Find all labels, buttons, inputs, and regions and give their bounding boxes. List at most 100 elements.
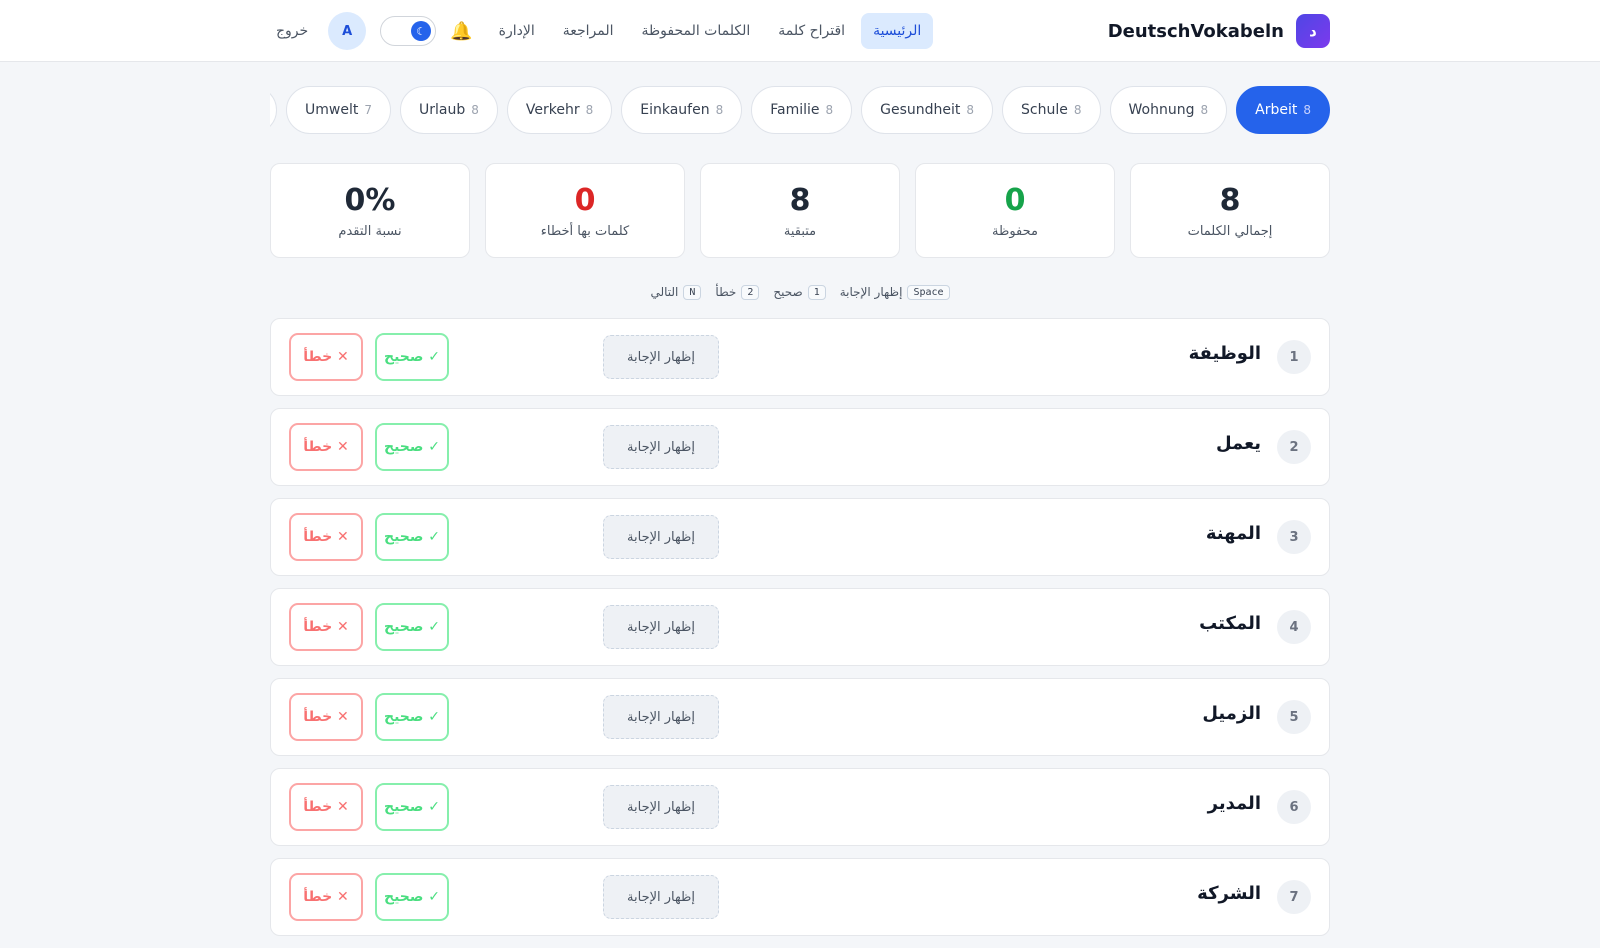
wrong-button[interactable]: ✕ خطأ [289,423,363,471]
kbd-key: N [683,284,702,300]
hint-label: صحيح [773,285,803,299]
stat-value: 0% [344,182,396,218]
word-list: 1 الوظيفة إظهار الإجابة ✓ صحيح ✕ خطأ 2 يعمل إظه… [270,318,1330,948]
hint-label: التالي [650,285,679,299]
category-pill-einkaufen[interactable]: Einkaufen 8 [621,86,743,134]
word-number-badge: 1 [1277,340,1311,374]
hint-label: إظهار الإجابة [839,285,903,299]
nav-home[interactable]: الرئيسية [861,13,934,49]
top-header: د DeutschVokabeln الرئيسية اقتراح كلمة ا… [0,0,1600,62]
wrong-button[interactable]: ✕ خطأ [289,873,363,921]
stat-value: 0 [1004,182,1026,218]
category-name: Schule [1021,102,1068,118]
category-name: Einkaufen [640,102,710,118]
wrong-button[interactable]: ✕ خطأ [289,783,363,831]
reveal-answer-button[interactable]: إظهار الإجابة [603,425,719,469]
keyboard-hints: Space إظهار الإجابة 1 صحيح 2 خطأ N التال… [270,282,1330,302]
category-name: Umwelt [305,102,359,118]
word-text: المدير [1207,793,1261,814]
category-pill-gesundheit[interactable]: Gesundheit 8 [861,86,994,134]
category-name: Wohnung [1128,102,1195,118]
header-right-group: الرئيسية اقتراح كلمة الكلمات المحفوظة ال… [270,12,934,50]
correct-button[interactable]: ✓ صحيح [375,513,449,561]
wrong-button[interactable]: ✕ خطأ [289,513,363,561]
moon-icon: ☾ [411,21,432,41]
category-count: 8 [1200,103,1209,117]
category-count: 8 [966,103,975,117]
reveal-answer-button[interactable]: إظهار الإجابة [603,515,719,559]
word-text: الوظيفة [1188,343,1261,364]
kbd-key: 2 [741,284,760,300]
stat-label: كلمات بها أخطاء [540,223,630,239]
correct-button[interactable]: ✓ صحيح [375,693,449,741]
correct-button[interactable]: ✓ صحيح [375,603,449,651]
word-number-badge: 2 [1277,430,1311,464]
logout-link[interactable]: خروج [270,23,314,39]
bell-icon[interactable]: 🔔 [450,21,472,42]
word-card: 3 المهنة إظهار الإجابة ✓ صحيح ✕ خطأ [270,498,1330,576]
wrong-button[interactable]: ✕ خطأ [289,693,363,741]
word-card: 5 الزميل إظهار الإجابة ✓ صحيح ✕ خطأ [270,678,1330,756]
category-pill-internet[interactable]: Internet8 [270,86,278,134]
category-pill-verkehr[interactable]: Verkehr 8 [506,86,613,134]
hint-label: خطأ [715,285,737,299]
category-pill-urlaub[interactable]: Urlaub 8 [400,86,498,134]
category-count: 8 [471,103,479,117]
word-card: 2 يعمل إظهار الإجابة ✓ صحيح ✕ خطأ [270,408,1330,486]
category-pill-arbeit[interactable]: Arbeit 8 [1236,86,1330,134]
kbd-key: Space [907,284,950,300]
nav-admin[interactable]: الإدارة [487,13,547,49]
stat-value: 8 [789,182,811,218]
word-card: 6 المدير إظهار الإجابة ✓ صحيح ✕ خطأ [270,768,1330,846]
category-pill-wohnung[interactable]: Wohnung 8 [1109,86,1228,134]
nav-review[interactable]: المراجعة [551,13,626,49]
stat-total-words: 8 إجمالي الكلمات [1130,163,1330,258]
category-count: 8 [1073,103,1082,117]
main-nav: الرئيسية اقتراح كلمة الكلمات المحفوظة ال… [487,13,934,49]
category-count: 8 [825,103,834,117]
category-name: Gesundheit [880,102,961,118]
category-name: Familie [770,102,820,118]
word-text: المكتب [1199,613,1261,634]
theme-toggle[interactable]: ☾ [380,16,437,46]
word-card: 4 المكتب إظهار الإجابة ✓ صحيح ✕ خطأ [270,588,1330,666]
nav-saved-words[interactable]: الكلمات المحفوظة [629,13,762,49]
reveal-answer-button[interactable]: إظهار الإجابة [603,785,719,829]
reveal-answer-button[interactable]: إظهار الإجابة [603,695,719,739]
word-card: 7 الشركة إظهار الإجابة ✓ صحيح ✕ خطأ [270,858,1330,936]
category-pill-schule[interactable]: Schule 8 [1002,86,1101,134]
reveal-answer-button[interactable]: إظهار الإجابة [603,605,719,649]
brand[interactable]: د DeutschVokabeln [1108,14,1330,48]
correct-button[interactable]: ✓ صحيح [375,783,449,831]
category-name: Urlaub [419,102,466,118]
word-number-badge: 7 [1277,880,1311,914]
avatar[interactable]: A [328,12,367,50]
category-pill-umwelt[interactable]: Umwelt 7 [286,86,391,134]
hint-reveal: Space إظهار الإجابة [839,284,950,300]
correct-button[interactable]: ✓ صحيح [375,423,449,471]
wrong-button[interactable]: ✕ خطأ [289,333,363,381]
category-pills: Arbeit 8 Wohnung 8 Schule 8 Gesundheit 8 Familie… [270,86,1330,136]
word-text: الزميل [1202,703,1261,724]
stat-remaining: 8 متبقية [700,163,900,258]
nav-suggest-word[interactable]: اقتراح كلمة [766,13,857,49]
category-pill-familie[interactable]: Familie 8 [751,86,853,134]
word-text: يعمل [1215,433,1261,454]
category-count: 8 [1303,103,1311,117]
word-text: المهنة [1205,523,1261,544]
hint-correct: 1 صحيح [773,284,826,300]
word-number-badge: 5 [1277,700,1311,734]
correct-button[interactable]: ✓ صحيح [375,873,449,921]
word-number-badge: 3 [1277,520,1311,554]
wrong-button[interactable]: ✕ خطأ [289,603,363,651]
kbd-key: 1 [807,284,826,300]
brand-name: DeutschVokabeln [1107,20,1284,42]
stat-value: 8 [1219,182,1241,218]
correct-button[interactable]: ✓ صحيح [375,333,449,381]
stat-value: 0 [574,182,596,218]
word-text: الشركة [1197,883,1261,904]
reveal-answer-button[interactable]: إظهار الإجابة [603,335,719,379]
stat-label: محفوظة [992,223,1038,239]
reveal-answer-button[interactable]: إظهار الإجابة [603,875,719,919]
stats-row: 8 إجمالي الكلمات 0 محفوظة 8 متبقية 0 كلم… [270,163,1330,258]
